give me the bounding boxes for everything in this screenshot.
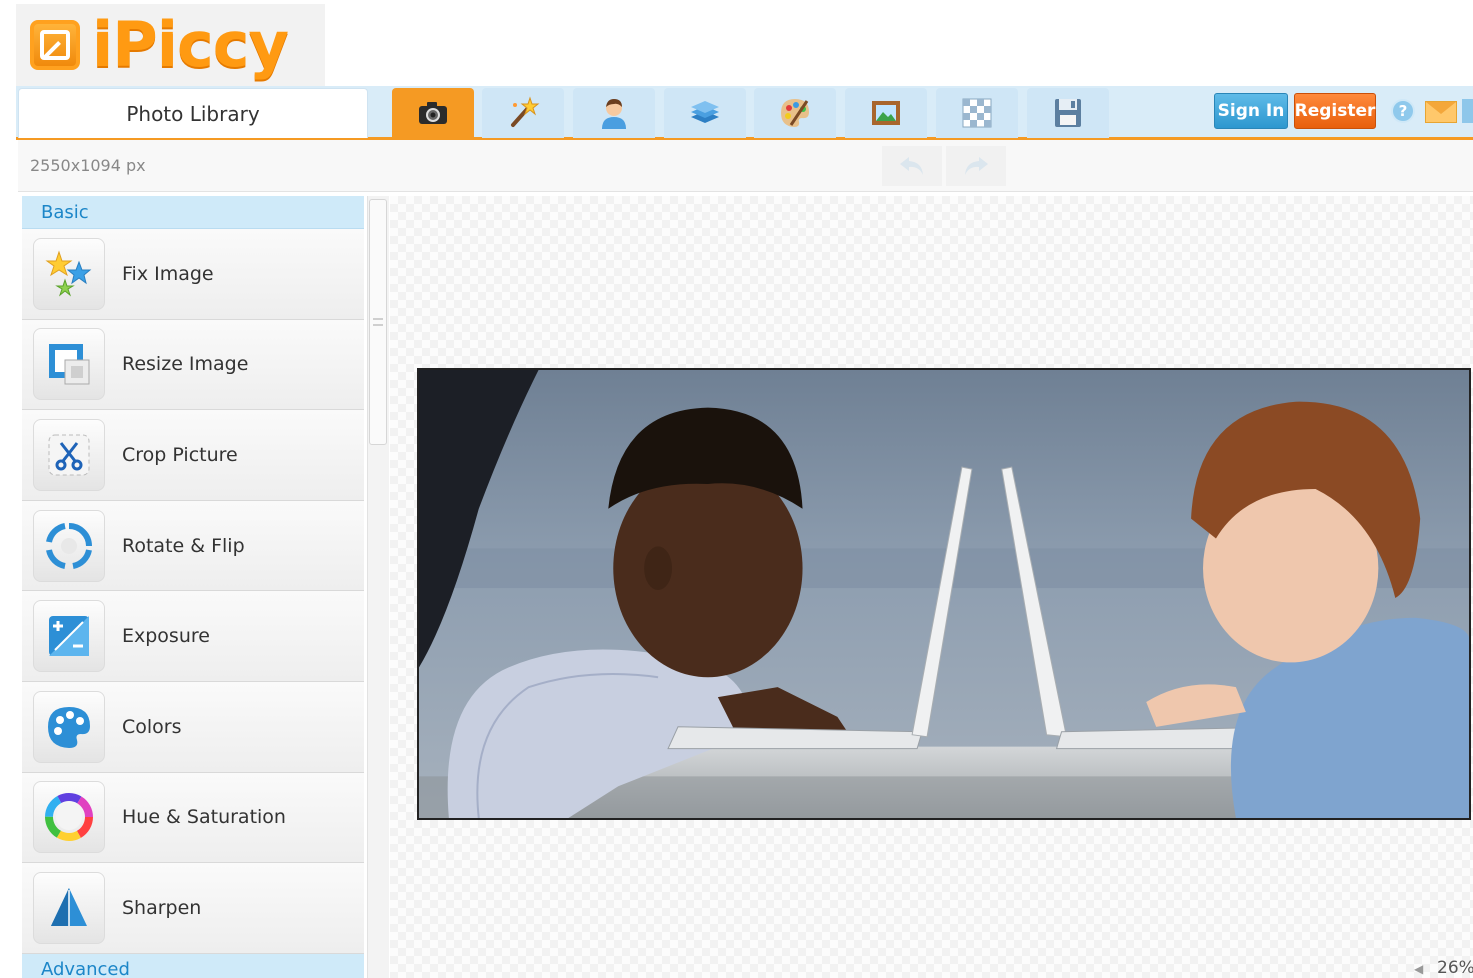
help-icon[interactable]: ? [1391, 99, 1415, 123]
scrollbar-grip-icon [373, 318, 383, 326]
tool-label: Colors [122, 715, 182, 738]
tool-sidebar: Basic Fix Image Resize Image Crop Pictur… [22, 196, 364, 978]
tool-sharpen[interactable]: Sharpen [22, 863, 364, 954]
image-dimensions: 2550x1094 px [30, 156, 146, 175]
exposure-icon [33, 600, 105, 673]
tab-save[interactable] [1027, 88, 1109, 138]
hue-wheel-icon [33, 781, 105, 854]
zoom-decrease-icon[interactable]: ◀ [1414, 962, 1423, 976]
edited-photo[interactable] [417, 368, 1471, 820]
palette-icon [781, 99, 809, 127]
section-advanced-header[interactable]: Advanced [22, 953, 364, 978]
undo-icon [900, 157, 923, 175]
tab-paint[interactable] [754, 88, 836, 138]
tool-resize-image[interactable]: Resize Image [22, 319, 364, 411]
resize-icon [33, 328, 105, 401]
tool-colors[interactable]: Colors [22, 681, 364, 773]
camera-icon [419, 102, 447, 124]
tool-crop-picture[interactable]: Crop Picture [22, 410, 364, 501]
sign-in-button[interactable]: Sign In [1214, 93, 1288, 129]
tool-label: Resize Image [122, 353, 249, 376]
logo[interactable]: iPiccy [16, 4, 325, 86]
tab-effects[interactable] [482, 88, 564, 138]
tool-fix-image[interactable]: Fix Image [22, 229, 364, 320]
tool-label: Rotate & Flip [122, 534, 245, 557]
tool-label: Fix Image [122, 262, 214, 285]
fullscreen-icon[interactable] [1462, 99, 1473, 123]
photo-library-tab[interactable]: Photo Library [18, 88, 368, 138]
tool-label: Sharpen [122, 896, 202, 919]
info-bar [18, 140, 1473, 192]
fix-image-icon [33, 237, 105, 310]
sharpen-icon [33, 871, 105, 944]
tool-exposure[interactable]: Exposure [22, 591, 364, 682]
tab-layers[interactable] [664, 88, 746, 138]
save-disk-icon [1055, 99, 1081, 127]
tab-textures[interactable] [936, 88, 1018, 138]
checkerboard-icon [962, 98, 992, 128]
tool-hue-saturation[interactable]: Hue & Saturation [22, 772, 364, 864]
layers-icon [691, 101, 719, 123]
redo-button[interactable] [946, 146, 1006, 186]
frame-icon [872, 101, 900, 125]
tool-label: Hue & Saturation [122, 806, 286, 829]
rotate-icon [33, 509, 105, 582]
tool-label: Crop Picture [122, 443, 238, 466]
colors-palette-icon [33, 690, 105, 763]
crop-scissors-icon [33, 418, 105, 491]
photo-illustration [419, 370, 1469, 818]
logo-mark-icon [30, 20, 80, 70]
undo-button[interactable] [882, 146, 942, 186]
person-icon [602, 99, 626, 129]
tab-touchup[interactable] [573, 88, 655, 138]
tool-rotate-flip[interactable]: Rotate & Flip [22, 500, 364, 592]
tab-camera[interactable] [392, 88, 474, 138]
magic-wand-icon [511, 96, 540, 127]
zoom-level[interactable]: 26% [1437, 958, 1473, 978]
tool-label: Exposure [122, 625, 210, 648]
logo-text: iPiccy [92, 8, 289, 81]
mail-icon[interactable] [1425, 101, 1457, 123]
redo-icon [965, 157, 988, 175]
register-button[interactable]: Register [1294, 93, 1376, 129]
tab-frames[interactable] [845, 88, 927, 138]
section-basic-header[interactable]: Basic [22, 196, 364, 229]
